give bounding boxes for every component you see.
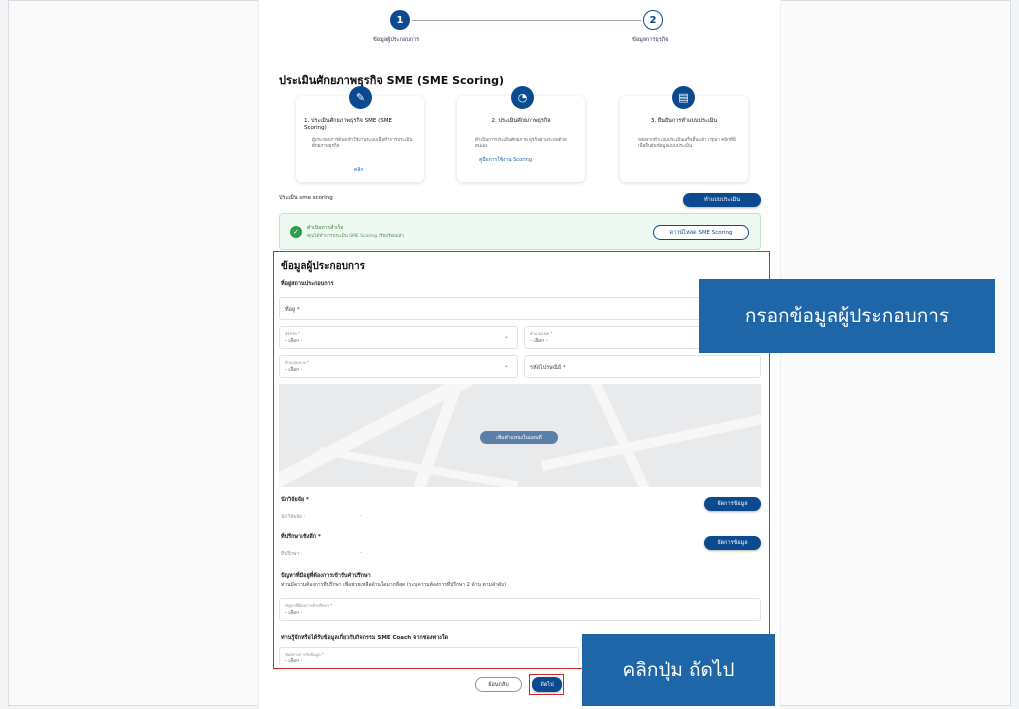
chevron-down-icon: ⌄ [503, 362, 509, 369]
fill-info-callout: กรอกข้อมูลผู้ประกอบการ [699, 279, 995, 353]
check-icon: ✓ [290, 226, 302, 238]
card-2-link[interactable]: คู่มือการใช้งาน Scoring [479, 156, 532, 164]
step-2-label: ข้อมูลการธุรกิจ [632, 37, 669, 43]
manage-accountant-button[interactable]: จัดการข้อมูล [704, 497, 761, 511]
card-1-link[interactable]: คลิก [354, 166, 363, 174]
edit-icon: ✎ [349, 86, 372, 109]
accountant-label: นักวิจัยจัย : [281, 514, 306, 520]
document-icon: ▤ [672, 86, 695, 109]
step-1-label: ข้อมูลผู้ประกอบการ [373, 37, 420, 43]
consultant-label: ที่ปรึกษา : [281, 551, 303, 557]
province-select[interactable]: จังหวัด * - เลือก - ⌄ [279, 326, 518, 349]
stepper-line [412, 20, 641, 21]
card-3-desc: หลังจากทำแบบประเมินเสร็จสิ้นแล้ว กรุณา ค… [638, 138, 736, 149]
next-button-highlight [529, 674, 564, 695]
address-section-title: ที่อยู่สถานประกอบการ [281, 281, 334, 287]
card-2-desc: ดำเนินการประเมินศักยภาพ ธุรกิจผ่านระบบด้… [475, 138, 567, 149]
subdistrict-select[interactable]: ตำบล/แขวง * - เลือก - ⌄ [279, 355, 518, 378]
success-subtitle: คุณได้ทำการประเมิน SME Scoring เรียบร้อย… [307, 234, 404, 239]
channel-field-value: - เลือก - [285, 658, 303, 664]
page-title: ประเมินศักยภาพธุรกิจ SME (SME Scoring) [279, 74, 505, 87]
click-next-callout: คลิกปุ่ม ถัดไป [582, 634, 775, 706]
problem-desc: ท่านมีความต้องการที่ปรึกษา เพื่อช่วยเหลื… [281, 582, 507, 588]
problem-title: ปัญหาที่มีอยู่ที่ต้องการเข้ารับคำปรึกษา [281, 573, 371, 579]
map-road [589, 384, 659, 487]
channel-select[interactable]: ช่องทางการรับข้อมูล * - เลือก - [279, 647, 579, 666]
step-2-indicator: 2 [643, 10, 663, 30]
add-map-location-button[interactable]: เพิ่มตำแหน่งในแผนที่ [480, 431, 558, 444]
problem-field-label: ปัญหาที่ต้องการคำปรึกษา * [285, 603, 333, 608]
chevron-down-icon: ⌄ [503, 333, 509, 340]
card-1-title: 1. ประเมินศักยภาพธุรกิจ SME (SME Scoring… [304, 118, 392, 131]
address-placeholder: ที่อยู่ * [285, 307, 300, 313]
district-value: - เลือก - [530, 338, 548, 344]
district-label: อำเภอ/เขต * [530, 331, 553, 336]
accountant-value: - [360, 513, 362, 519]
gauge-icon: ◔ [511, 86, 534, 109]
form-heading: ข้อมูลผู้ประกอบการ [281, 261, 365, 272]
problem-select[interactable]: ปัญหาที่ต้องการคำปรึกษา * - เลือก - [279, 598, 761, 621]
postcode-input[interactable]: รหัสไปรษณีย์ * [524, 355, 761, 378]
download-scoring-button[interactable]: ดาวน์โหลด SME Scoring [653, 225, 749, 240]
consultant-title: ที่ปรึกษาเชิงลึก * [281, 534, 321, 540]
card-3-title: 3. ยืนยันการทำแบบประเมิน [650, 118, 718, 124]
subdistrict-value: - เลือก - [285, 367, 303, 373]
address-input[interactable]: ที่อยู่ * [279, 297, 761, 320]
map-road [540, 407, 761, 471]
step-1-indicator: 1 [390, 10, 410, 30]
province-label: จังหวัด * [285, 331, 301, 336]
subdistrict-label: ตำบล/แขวง * [285, 360, 309, 365]
card-1-desc: ผู้ประกอบการต้องเข้าใช้งานระบบเพื่อทำการ… [312, 138, 413, 149]
card-2-title: 2. ประเมินศักยภาพธุรกิจ [491, 118, 551, 124]
scoring-label: ประเมิน sme scoring [279, 195, 333, 201]
postcode-placeholder: รหัสไปรษณีย์ * [530, 365, 566, 371]
consultant-value: - [360, 550, 362, 556]
accountant-title: นักวิจัยจัย * [281, 497, 309, 503]
problem-field-value: - เลือก - [285, 610, 303, 616]
do-assessment-button[interactable]: ทำแบบประเมิน [683, 193, 761, 207]
manage-consultant-button[interactable]: จัดการข้อมูล [704, 536, 761, 550]
province-value: - เลือก - [285, 338, 303, 344]
channel-title: ท่านรู้จักหรือได้รับข้อมูลเกี่ยวกับกิจกร… [281, 635, 449, 641]
success-title: ดำเนินการสำเร็จ [307, 225, 344, 231]
back-button[interactable]: ย้อนกลับ [475, 677, 522, 692]
